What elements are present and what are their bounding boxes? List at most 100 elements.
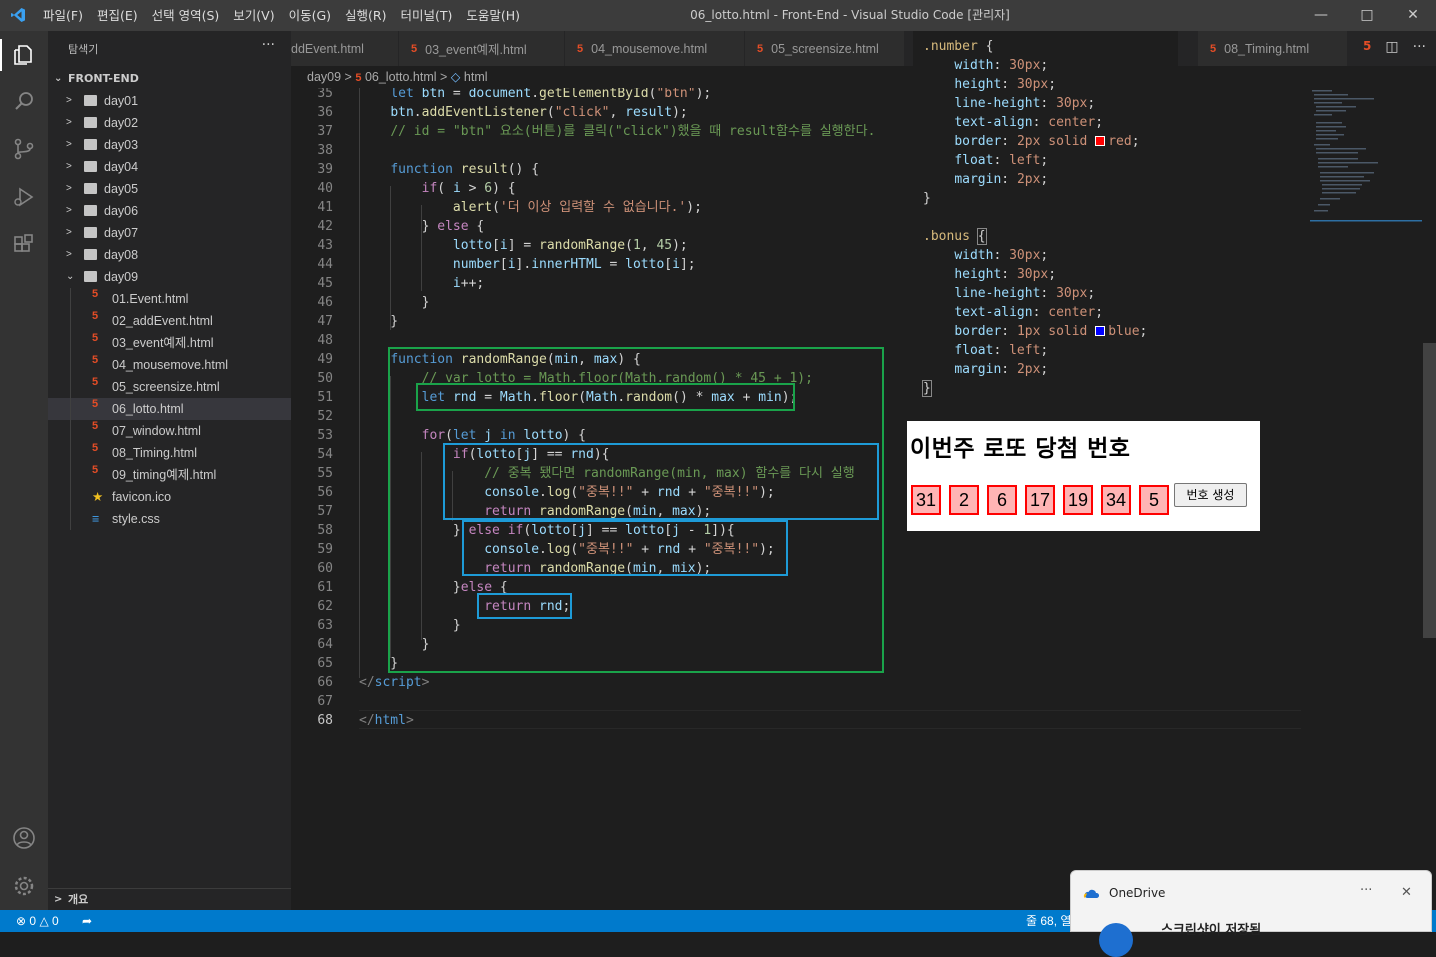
menu-file[interactable]: 파일(F) xyxy=(36,0,90,31)
file-item[interactable]: 5 09_timing예제.html xyxy=(48,464,291,486)
more-options-icon[interactable]: ··· xyxy=(1360,883,1372,898)
file-item[interactable]: 5 02_addEvent.html xyxy=(48,310,291,332)
close-notification-icon[interactable]: ✕ xyxy=(1401,885,1412,900)
chevron-right-icon: > xyxy=(440,70,451,84)
code-line-66: </script> xyxy=(359,675,430,690)
chevron-down-icon: ⌄ xyxy=(54,73,63,84)
folder-day09[interactable]: ⌄ day09 xyxy=(48,266,291,288)
folder-day01[interactable]: > day01 xyxy=(48,90,291,112)
workspace-folder-header[interactable]: ⌄ FRONT-END xyxy=(48,68,291,90)
tab-03-event[interactable]: 5 03_event예제.html xyxy=(399,31,565,66)
breadcrumb-folder[interactable]: day09 xyxy=(307,70,341,84)
outline-label: 개요 xyxy=(68,893,89,906)
menu-selection[interactable]: 선택 영역(S) xyxy=(145,0,227,31)
scrollbar-thumb[interactable] xyxy=(1423,343,1436,638)
cursor-position[interactable]: 줄 68, 열 xyxy=(1026,910,1071,932)
folder-day06[interactable]: > day06 xyxy=(48,200,291,222)
tab-actions: 5 ◫ ··· xyxy=(1363,39,1426,55)
minimap[interactable] xyxy=(1310,88,1422,223)
line-number: 57 xyxy=(317,504,333,519)
search-icon[interactable] xyxy=(12,89,36,113)
problems-status[interactable]: ⊗ 0 △ 0 xyxy=(16,910,59,932)
breadcrumb-file[interactable]: 06_lotto.html xyxy=(365,70,437,84)
folder-day03[interactable]: > day03 xyxy=(48,134,291,156)
window-title: 06_lotto.html - Front-End - Visual Studi… xyxy=(690,8,1010,22)
line-number: 54 xyxy=(317,447,333,462)
run-debug-icon[interactable] xyxy=(12,185,36,209)
css-line: margin: 2px; xyxy=(954,362,1049,377)
lotto-number: 6 xyxy=(987,485,1017,515)
generate-number-button[interactable]: 번호 생성 xyxy=(1174,483,1247,507)
file-item[interactable]: ≡ style.css xyxy=(48,508,291,530)
folder-day04[interactable]: > day04 xyxy=(48,156,291,178)
chevron-right-icon: > xyxy=(54,894,63,905)
file-label: 02_addEvent.html xyxy=(112,314,213,328)
source-control-icon[interactable] xyxy=(12,137,36,161)
menu-terminal[interactable]: 터미널(T) xyxy=(394,0,460,31)
tab-02-addevent[interactable]: ddEvent.html xyxy=(291,31,399,66)
close-window-icon[interactable]: ✕ xyxy=(1390,0,1436,31)
folder-day02[interactable]: > day02 xyxy=(48,112,291,134)
css-line: width: 30px; xyxy=(954,58,1049,73)
folder-icon xyxy=(84,161,97,172)
tab-08-timing[interactable]: 5 08_Timing.html xyxy=(1198,31,1348,66)
tab-05-screensize[interactable]: 5 05_screensize.html xyxy=(745,31,905,66)
maximize-icon[interactable]: □ xyxy=(1344,0,1390,31)
file-item[interactable]: 5 04_mousemove.html xyxy=(48,354,291,376)
line-number: 53 xyxy=(317,428,333,443)
folder-day08[interactable]: > day08 xyxy=(48,244,291,266)
file-item[interactable]: 5 06_lotto.html xyxy=(48,398,291,420)
file-item[interactable]: 5 01.Event.html xyxy=(48,288,291,310)
menu-view[interactable]: 보기(V) xyxy=(226,0,281,31)
more-actions-icon[interactable]: ··· xyxy=(1413,39,1426,55)
onedrive-notification[interactable]: OneDrive ··· ✕ 스크린샷이 저장됨 xyxy=(1070,870,1432,957)
lotto-bonus-number: 5 xyxy=(1139,485,1169,515)
file-item[interactable]: 5 03_event예제.html xyxy=(48,332,291,354)
tab-label: 08_Timing.html xyxy=(1224,41,1310,56)
breadcrumb-symbol[interactable]: html xyxy=(464,70,488,84)
editor-scrollbar[interactable] xyxy=(1422,88,1436,910)
folder-icon xyxy=(84,117,97,128)
line-number: 37 xyxy=(317,124,333,139)
split-editor-icon[interactable]: ◫ xyxy=(1385,39,1398,55)
line-number: 36 xyxy=(317,105,333,120)
error-icon: ⊗ xyxy=(16,914,27,928)
code-line-46: } xyxy=(359,295,430,310)
account-icon[interactable] xyxy=(12,826,36,850)
more-actions-icon[interactable]: ··· xyxy=(262,37,275,53)
warning-count: 0 xyxy=(52,914,59,928)
settings-gear-icon[interactable] xyxy=(12,874,36,898)
minimize-icon[interactable]: — xyxy=(1298,0,1344,31)
code-editor[interactable]: 35 36 37 38 39 40 41 42 43 44 45 46 47 48 49 50 51 52 53 54… xyxy=(291,88,1436,910)
folder-day07[interactable]: > day07 xyxy=(48,222,291,244)
color-swatch-blue[interactable] xyxy=(1095,326,1106,336)
menu-go[interactable]: 이동(G) xyxy=(282,0,338,31)
open-preview-icon[interactable]: 5 xyxy=(1363,39,1371,55)
explorer-icon[interactable] xyxy=(12,43,36,67)
file-item[interactable]: 5 07_window.html xyxy=(48,420,291,442)
file-label: 09_timing예제.html xyxy=(112,468,217,482)
folder-icon xyxy=(84,205,97,216)
tab-label: 04_mousemove.html xyxy=(591,41,708,56)
line-number: 44 xyxy=(317,257,333,272)
html-file-icon: 5 xyxy=(355,72,362,84)
file-item[interactable]: 5 05_screensize.html xyxy=(48,376,291,398)
menu-help[interactable]: 도움말(H) xyxy=(459,0,527,31)
symbol-icon: ◇ xyxy=(450,70,461,84)
live-share-icon[interactable]: ➦ xyxy=(82,910,92,932)
folder-day05[interactable]: > day05 xyxy=(48,178,291,200)
line-number: 41 xyxy=(317,200,333,215)
extensions-icon[interactable] xyxy=(12,233,36,257)
code-line-37: // id = "btn" 요소(버튼)를 클릭("click")했을 때 re… xyxy=(390,124,876,139)
menu-run[interactable]: 실행(R) xyxy=(338,0,393,31)
tab-04-mousemove[interactable]: 5 04_mousemove.html xyxy=(565,31,745,66)
file-item[interactable]: 5 08_Timing.html xyxy=(48,442,291,464)
file-item[interactable]: ★ favicon.ico xyxy=(48,486,291,508)
folder-icon xyxy=(84,95,97,106)
css-line: float: left; xyxy=(954,343,1049,358)
outline-section-header[interactable]: > 개요 xyxy=(48,888,291,910)
color-swatch-red[interactable] xyxy=(1095,136,1106,146)
file-label: 08_Timing.html xyxy=(112,446,197,460)
lotto-number: 34 xyxy=(1101,485,1131,515)
menu-edit[interactable]: 편집(E) xyxy=(90,0,145,31)
